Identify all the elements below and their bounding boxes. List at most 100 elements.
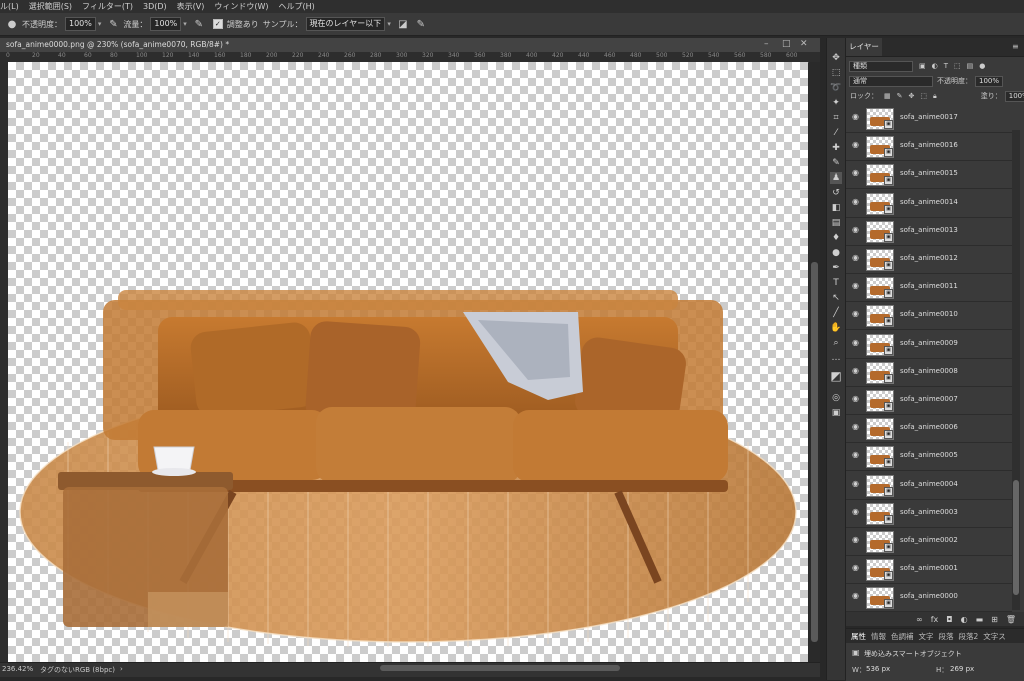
menu-select[interactable]: 選択範囲(S) [29,1,72,12]
visibility-eye-icon[interactable]: ◉ [852,141,862,149]
layer-name[interactable]: sofa_anime0002 [900,536,958,544]
more-tools-icon[interactable]: … [830,352,842,364]
lock-artboard-icon[interactable]: ⬚ [920,92,927,100]
lock-transparency-icon[interactable]: ▦ [884,92,891,100]
visibility-eye-icon[interactable]: ◉ [852,254,862,262]
lock-paint-icon[interactable]: ✎ [897,92,903,100]
opacity-field[interactable]: 100% [65,17,96,31]
blur-tool-icon[interactable]: ♦ [830,232,842,244]
layer-row[interactable]: ◉ ▣ sofa_anime0013 [846,217,1012,246]
filter-pixel-icon[interactable]: ▣ [919,62,926,70]
visibility-eye-icon[interactable]: ◉ [852,197,862,206]
menu-window[interactable]: ウィンドウ(W) [214,1,268,12]
layer-name[interactable]: sofa_anime0003 [900,508,958,516]
link-layers-icon[interactable]: ∞ [916,615,923,624]
layer-name[interactable]: sofa_anime0000 [900,592,958,600]
add-mask-icon[interactable]: ◘ [946,615,952,624]
filter-shape-icon[interactable]: ⬚ [954,62,961,70]
chevron-down-icon[interactable]: ▾ [183,20,187,28]
layer-row[interactable]: ◉ ▣ sofa_anime0002 [846,527,1012,556]
maximize-icon[interactable]: □ [782,39,791,49]
layer-name[interactable]: sofa_anime0015 [900,169,958,177]
width-value[interactable]: 536 px [866,665,890,673]
vertical-scrollbar[interactable] [809,62,820,662]
scroll-thumb[interactable] [811,262,818,642]
menu-filter[interactable]: フィルター(T) [82,1,133,12]
layer-name[interactable]: sofa_anime0008 [900,367,958,375]
ignore-adjustment-icon[interactable]: ◪ [397,18,409,30]
visibility-eye-icon[interactable]: ◉ [852,366,862,375]
layer-row[interactable]: ◉ ▣ sofa_anime0012 [846,245,1012,274]
layer-row[interactable]: ◉ ▣ sofa_anime0010 [846,301,1012,331]
tab-character-style[interactable]: 文字ス [983,631,1006,642]
layer-name[interactable]: sofa_anime0001 [900,564,958,572]
magic-wand-icon[interactable]: ✦ [830,97,842,109]
move-tool-icon[interactable]: ✥ [830,52,842,64]
gradient-tool-icon[interactable]: ▤ [830,217,842,229]
filter-adjust-icon[interactable]: ◐ [932,62,938,70]
visibility-eye-icon[interactable]: ◉ [852,592,862,600]
filter-kind-select[interactable]: 種類 [849,60,913,72]
new-group-icon[interactable]: ▬ [976,615,984,624]
layer-row[interactable]: ◉ ▣ sofa_anime0016 [846,132,1012,162]
layer-row[interactable]: ◉ ▣ sofa_anime0004 [846,471,1012,500]
visibility-eye-icon[interactable]: ◉ [852,169,862,177]
eyedropper-icon[interactable]: ⁄ [830,127,842,139]
visibility-eye-icon[interactable]: ◉ [852,564,862,572]
chevron-down-icon[interactable]: ▾ [98,20,102,28]
visibility-eye-icon[interactable]: ◉ [852,395,862,403]
layer-row[interactable]: ◉ ▣ sofa_anime0011 [846,273,1012,303]
menu-help[interactable]: ヘルプ(H) [279,1,315,12]
layer-opacity-field[interactable]: 100% [975,75,1004,87]
layer-name[interactable]: sofa_anime0013 [900,226,958,234]
path-select-icon[interactable]: ↖ [830,292,842,304]
visibility-eye-icon[interactable]: ◉ [852,225,862,234]
layer-name[interactable]: sofa_anime0004 [900,480,958,488]
layer-name[interactable]: sofa_anime0005 [900,451,958,459]
layer-name[interactable]: sofa_anime0017 [900,113,958,121]
screen-mode-icon[interactable]: ▣ [830,407,842,419]
type-tool-icon[interactable]: T [830,277,842,289]
flow-field[interactable]: 100% [150,17,182,31]
history-brush-icon[interactable]: ↺ [830,187,842,199]
layer-name[interactable]: sofa_anime0012 [900,254,958,262]
minimize-icon[interactable]: – [764,39,769,49]
visibility-eye-icon[interactable]: ◉ [852,282,862,290]
healing-brush-icon[interactable]: ✚ [830,142,842,154]
visibility-eye-icon[interactable]: ◉ [852,310,862,318]
layer-name[interactable]: sofa_anime0016 [900,141,958,149]
lock-position-icon[interactable]: ✥ [909,92,915,100]
visibility-eye-icon[interactable]: ◉ [852,113,862,121]
layer-row[interactable]: ◉ ▣ sofa_anime0006 [846,414,1012,444]
tab-properties[interactable]: 属性 [851,631,866,642]
visibility-eye-icon[interactable]: ◉ [852,338,862,347]
layer-name[interactable]: sofa_anime0010 [900,310,958,318]
tab-character[interactable]: 文字 [919,631,934,642]
airbrush-icon[interactable]: ✎ [193,18,205,30]
delete-layer-icon[interactable]: 🗑︎ [1006,615,1016,624]
filter-toggle-icon[interactable]: ● [979,62,985,70]
layers-scroll-thumb[interactable] [1013,480,1019,595]
fill-field[interactable]: 100% [1004,90,1024,102]
tab-adjustments[interactable]: 色調補 [891,631,914,642]
panel-menu-icon[interactable]: ≡ [1012,42,1019,51]
line-tool-icon[interactable]: ╱ [830,307,842,319]
new-layer-icon[interactable]: ⊞ [991,615,998,624]
layers-scrollbar[interactable] [1012,130,1020,610]
menu-layer[interactable]: ル(L) [0,1,19,12]
blend-mode-select[interactable]: 通常 [849,75,933,87]
image-canvas[interactable] [8,62,808,662]
pen-tool-icon[interactable]: ✒ [830,262,842,274]
horizontal-scrollbar[interactable] [380,665,620,671]
clone-stamp-icon[interactable]: ♟ [830,172,842,184]
status-arrow-icon[interactable]: › [120,665,123,673]
layer-row[interactable]: ◉ ▣ sofa_anime0009 [846,330,1012,359]
layer-row[interactable]: ◉ ▣ sofa_anime0015 [846,160,1012,190]
layer-row[interactable]: ◉ ▣ sofa_anime0000 [846,583,1012,613]
layer-row[interactable]: ◉ ▣ sofa_anime0007 [846,386,1012,415]
visibility-eye-icon[interactable]: ◉ [852,479,862,488]
tab-paragraph[interactable]: 段落 [939,631,954,642]
visibility-eye-icon[interactable]: ◉ [852,536,862,544]
adjustment-layer-icon[interactable]: ◐ [961,615,968,624]
aligned-checkbox[interactable]: ✓ [212,19,223,29]
